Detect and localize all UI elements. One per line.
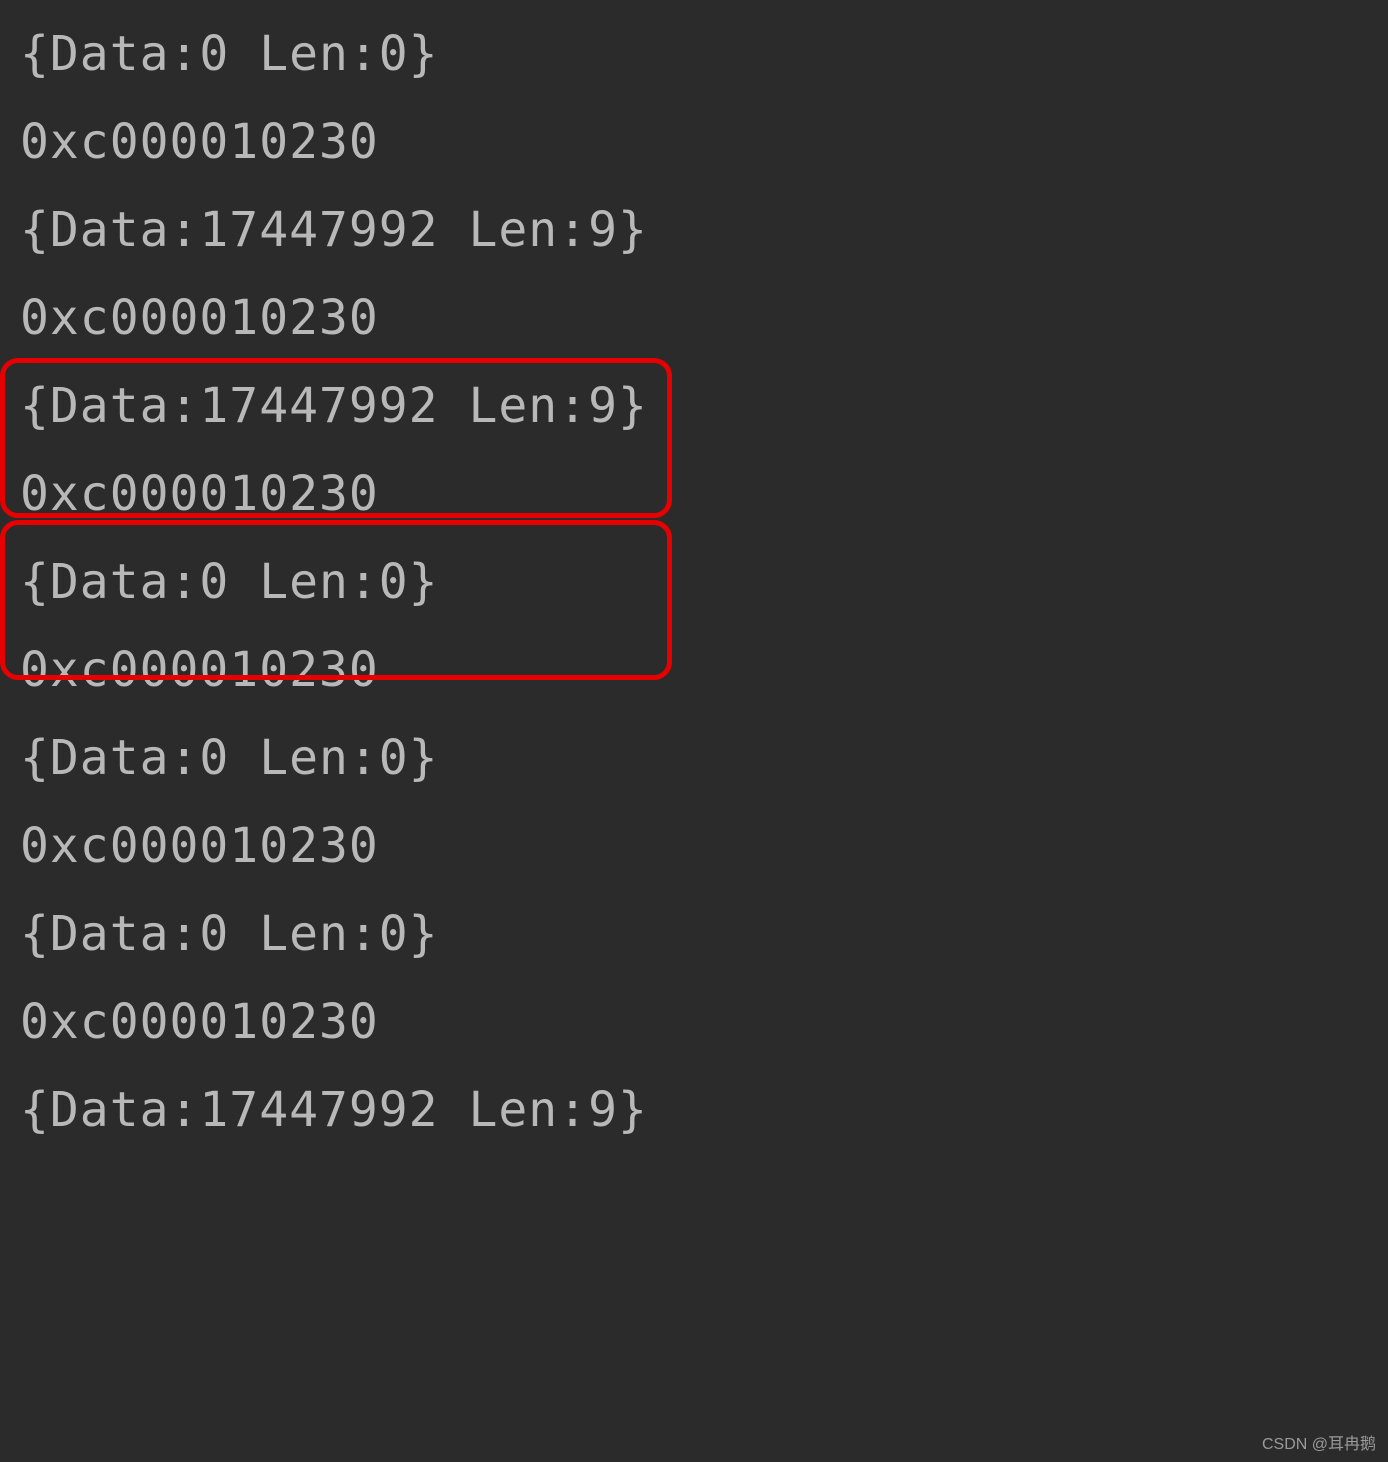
output-line: 0xc000010230	[0, 802, 1388, 890]
output-line: 0xc000010230	[0, 450, 1388, 538]
output-line: 0xc000010230	[0, 626, 1388, 714]
output-line: {Data:17447992 Len:9}	[0, 186, 1388, 274]
output-line: {Data:17447992 Len:9}	[0, 362, 1388, 450]
output-line: 0xc000010230	[0, 978, 1388, 1066]
output-line: 0xc000010230	[0, 98, 1388, 186]
terminal-output: {Data:0 Len:0} 0xc000010230 {Data:174479…	[0, 0, 1388, 1154]
highlighted-section: {Data:17447992 Len:9} 0xc000010230 {Data…	[0, 362, 1388, 714]
output-line: {Data:0 Len:0}	[0, 890, 1388, 978]
output-line: {Data:17447992 Len:9}	[0, 1066, 1388, 1154]
output-line: {Data:0 Len:0}	[0, 538, 1388, 626]
watermark-text: CSDN @耳冉鹅	[1262, 1430, 1376, 1454]
output-line: {Data:0 Len:0}	[0, 10, 1388, 98]
output-line: {Data:0 Len:0}	[0, 714, 1388, 802]
output-line: 0xc000010230	[0, 274, 1388, 362]
